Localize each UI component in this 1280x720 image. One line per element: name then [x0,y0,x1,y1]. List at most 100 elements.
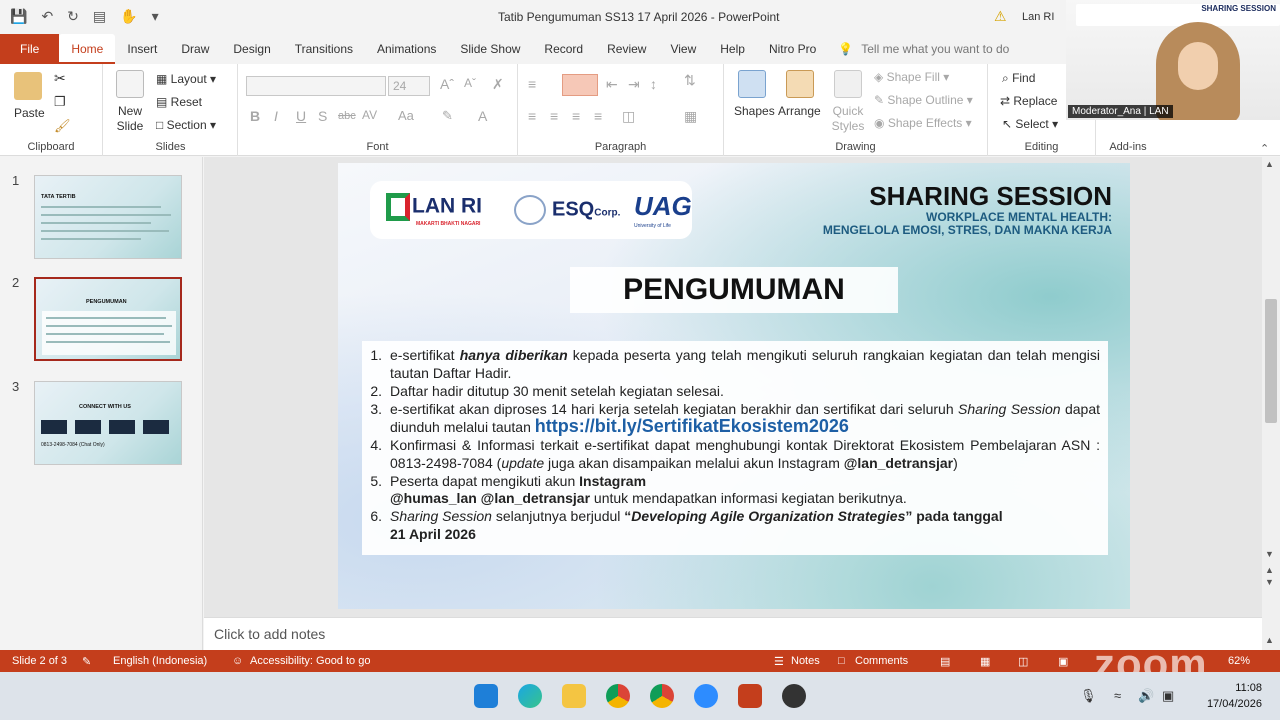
columns-icon[interactable]: ◫ [622,108,635,125]
new-slide-button[interactable]: New Slide [112,104,148,134]
numbering-icon[interactable] [562,74,598,96]
section-button[interactable]: □ Section ▾ [156,118,216,132]
chrome-icon[interactable] [606,684,630,708]
collapse-ribbon-icon[interactable]: ⌃ [1260,142,1269,155]
customize-qat-icon[interactable]: ▾ [152,8,159,25]
shape-effects-button[interactable]: ◉ Shape Effects ▾ [874,116,972,130]
spellcheck-icon[interactable]: ✎ [82,655,91,668]
tab-design[interactable]: Design [221,34,282,64]
shape-fill-button[interactable]: ◈ Shape Fill ▾ [874,70,949,84]
clear-format-icon[interactable]: ✗ [492,76,504,93]
reading-view-icon[interactable]: ◫ [1018,655,1028,668]
paste-button[interactable]: Paste [14,106,45,120]
notes-button[interactable]: Notes [791,655,820,667]
arrange-button[interactable]: Arrange [778,104,821,118]
shadow-icon[interactable]: S [318,108,327,124]
layout-button[interactable]: ▦ Layout ▾ [156,72,216,86]
volume-icon[interactable]: 🔊 [1138,688,1154,704]
powerpoint-icon[interactable] [738,684,762,708]
slideshow-icon[interactable]: ▣ [1058,655,1068,668]
chrome-profile-icon[interactable] [650,684,674,708]
tab-review[interactable]: Review [595,34,658,64]
tab-view[interactable]: View [658,34,708,64]
font-size-box[interactable]: 24 [388,76,430,96]
tab-animations[interactable]: Animations [365,34,448,64]
character-spacing-icon[interactable]: AV [362,108,377,122]
zoom-app-icon[interactable] [694,684,718,708]
notes-icon[interactable]: ☰ [774,655,784,668]
windows-start-icon[interactable] [474,684,498,708]
account-name[interactable]: Lan RI [1022,11,1054,23]
accessibility-status[interactable]: Accessibility: Good to go [250,655,370,667]
next-slide-icon[interactable]: ▼ [1265,577,1274,587]
tab-slide-show[interactable]: Slide Show [448,34,532,64]
system-clock[interactable]: 11:08 17/04/2026 [1207,680,1262,712]
language-indicator[interactable]: English (Indonesia) [113,655,207,667]
tab-home[interactable]: Home [59,34,116,64]
wifi-icon[interactable]: ≈ [1114,688,1121,703]
slide-thumbnail-1[interactable]: TATA TERTIB [34,175,182,259]
align-left-icon[interactable]: ≡ [528,108,536,124]
notes-scroll-up-icon[interactable]: ▲ [1265,635,1274,645]
file-explorer-icon[interactable] [562,684,586,708]
scroll-down-icon[interactable]: ▼ [1265,549,1274,559]
find-button[interactable]: ⌕ Find [1002,71,1035,86]
tab-nitro-pro[interactable]: Nitro Pro [757,34,828,64]
underline-icon[interactable]: U [296,108,306,124]
align-right-icon[interactable]: ≡ [572,108,580,124]
decrease-indent-icon[interactable]: ⇤ [606,76,618,93]
bullets-icon[interactable]: ≡ [528,76,536,92]
redo-icon[interactable]: ↻ [67,8,79,25]
slide-thumbnail-2[interactable]: PENGUMUMAN [34,277,182,361]
warning-icon[interactable]: ⚠ [994,8,1007,25]
touch-mode-icon[interactable]: ✋ [120,8,137,25]
current-slide[interactable]: LAN RI MAKARTI BHAKTI NAGARI ESQCorp. UA… [338,163,1130,609]
quick-styles-icon[interactable] [834,70,862,98]
tab-insert[interactable]: Insert [115,34,169,64]
line-spacing-icon[interactable]: ↕ [650,76,657,92]
tell-me-search[interactable]: 💡 Tell me what you want to do [828,34,1009,64]
shapes-button[interactable]: Shapes [734,104,775,118]
tab-draw[interactable]: Draw [169,34,221,64]
align-center-icon[interactable]: ≡ [550,108,558,124]
text-direction-icon[interactable]: ⇅ [684,72,696,89]
bold-icon[interactable]: B [250,108,260,124]
format-painter-icon[interactable]: 🖌 [54,118,71,134]
new-slide-icon[interactable] [116,70,144,98]
decrease-font-icon[interactable]: Aˇ [464,76,476,90]
certificate-link[interactable]: https://bit.ly/SertifikatEkosistem2026 [535,416,849,436]
strikethrough-icon[interactable]: abc [338,110,356,122]
tab-file[interactable]: File [0,34,60,64]
font-name-box[interactable] [246,76,386,96]
zoom-level[interactable]: 62% [1228,655,1250,667]
select-button[interactable]: ↖ Select ▾ [1002,117,1058,131]
reset-button[interactable]: ▤ Reset [156,95,202,109]
replace-button[interactable]: ⇄ Replace [1000,94,1057,108]
font-color-icon[interactable]: A [478,108,487,124]
cut-icon[interactable]: ✂ [54,70,66,87]
increase-indent-icon[interactable]: ⇥ [628,76,640,93]
slide-sorter-icon[interactable]: ▦ [980,655,990,668]
arrange-icon[interactable] [786,70,814,98]
tab-record[interactable]: Record [532,34,595,64]
edge-icon[interactable] [518,684,542,708]
comments-button[interactable]: Comments [855,655,908,667]
increase-font-icon[interactable]: Aˆ [440,76,454,92]
scroll-up-icon[interactable]: ▲ [1265,159,1274,169]
tab-help[interactable]: Help [708,34,757,64]
italic-icon[interactable]: I [274,108,278,124]
accessibility-icon[interactable]: ☺ [232,655,243,667]
quick-styles-button[interactable]: Quick Styles [826,104,870,134]
present-icon[interactable]: ▤ [93,8,106,25]
battery-icon[interactable]: ▣ [1162,688,1174,704]
media-player-icon[interactable] [782,684,806,708]
previous-slide-icon[interactable]: ▲ [1265,565,1274,575]
shape-outline-button[interactable]: ✎ Shape Outline ▾ [874,93,973,107]
undo-icon[interactable]: ↶ [41,8,53,25]
tab-transitions[interactable]: Transitions [283,34,365,64]
change-case-icon[interactable]: Aa [398,108,414,123]
smartart-icon[interactable]: ▦ [684,108,697,125]
paste-icon[interactable] [14,72,42,100]
copy-icon[interactable]: ❐ [54,94,66,110]
vertical-scrollbar[interactable]: ▲ ▼ ▲ ▼ ▲ [1262,157,1280,650]
